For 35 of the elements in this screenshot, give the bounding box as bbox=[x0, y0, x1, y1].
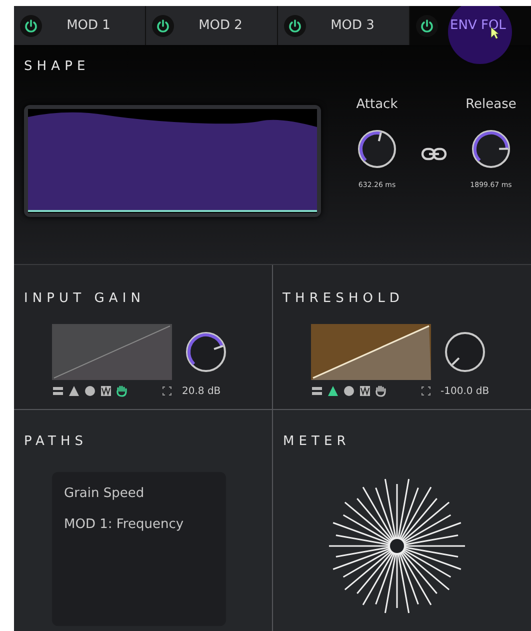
section-title: SHAPE bbox=[24, 58, 91, 76]
knob-label: Attack bbox=[356, 96, 398, 114]
knob[interactable] bbox=[184, 330, 228, 374]
wave-mode-icon[interactable] bbox=[100, 385, 112, 397]
expand-icon[interactable] bbox=[162, 386, 172, 396]
module-tab[interactable]: MOD 3 bbox=[278, 6, 410, 45]
triangle-mode-icon[interactable] bbox=[326, 385, 338, 397]
knob[interactable] bbox=[470, 128, 512, 170]
path-item[interactable]: MOD 1: Frequency bbox=[64, 515, 214, 534]
section-title: PATHS bbox=[24, 433, 89, 451]
path-item[interactable]: Grain Speed bbox=[64, 484, 214, 503]
power-icon[interactable] bbox=[152, 14, 174, 36]
power-icon[interactable] bbox=[284, 14, 306, 36]
power-icon[interactable] bbox=[416, 14, 438, 36]
bars-mode-icon[interactable] bbox=[310, 385, 322, 397]
module-tab[interactable]: MOD 1 bbox=[14, 6, 146, 45]
knob-label: Release bbox=[466, 96, 516, 114]
hand-mode-icon[interactable] bbox=[116, 385, 128, 397]
bars-mode-icon[interactable] bbox=[52, 385, 64, 397]
value-reading: 20.8 dB bbox=[182, 384, 221, 398]
power-icon[interactable] bbox=[20, 14, 42, 36]
link-icon[interactable] bbox=[421, 146, 447, 160]
section-title: METER bbox=[283, 433, 352, 451]
knob[interactable] bbox=[442, 330, 486, 374]
triangle-mode-icon[interactable] bbox=[68, 385, 80, 397]
circle-mode-icon[interactable] bbox=[84, 385, 96, 397]
hand-mode-icon[interactable] bbox=[374, 385, 386, 397]
wave-mode-icon[interactable] bbox=[358, 385, 370, 397]
section-title: THRESHOLD bbox=[282, 290, 405, 308]
circle-mode-icon[interactable] bbox=[342, 385, 354, 397]
module-tab[interactable]: MOD 2 bbox=[146, 6, 278, 45]
section-title: INPUT GAIN bbox=[24, 290, 146, 308]
value-reading: -100.0 dB bbox=[440, 384, 490, 398]
expand-icon[interactable] bbox=[420, 386, 430, 396]
knob[interactable] bbox=[356, 128, 398, 170]
